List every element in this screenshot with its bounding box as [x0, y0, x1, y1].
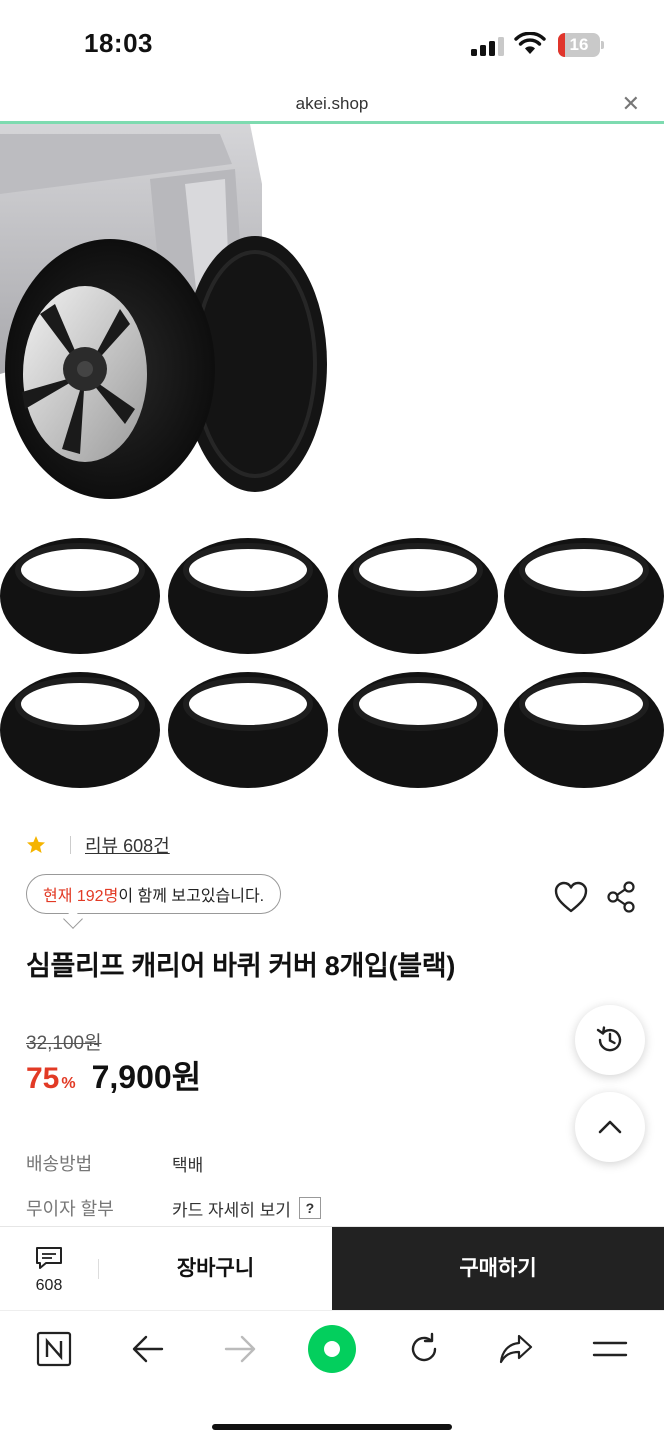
product-title: 심플리프 캐리어 바퀴 커버 8개입(블랙)	[26, 951, 456, 981]
share-arrow-icon	[499, 1334, 533, 1364]
chevron-up-icon	[598, 1120, 622, 1134]
close-icon[interactable]: ✕	[622, 93, 640, 115]
cart-button[interactable]: 장바구니	[99, 1227, 332, 1311]
signal-icon	[471, 36, 505, 56]
naver-n-icon	[36, 1331, 72, 1367]
star-icon	[27, 836, 45, 853]
product-photo[interactable]	[0, 124, 664, 800]
reload-icon	[411, 1332, 437, 1362]
share-icon[interactable]	[606, 880, 636, 914]
browser-toolbar	[0, 1310, 664, 1440]
viewers-count: 현재 192명	[43, 888, 119, 905]
green-dot-button[interactable]	[306, 1323, 358, 1375]
status-bar: 18:03 16	[0, 0, 664, 88]
green-dot-icon	[308, 1325, 356, 1373]
review-count-button[interactable]: 608	[0, 1227, 98, 1311]
divider	[70, 836, 71, 854]
installment-value[interactable]: 카드 자세히 보기	[172, 1196, 291, 1221]
chat-icon	[36, 1247, 62, 1269]
forward-button[interactable]	[220, 1329, 260, 1369]
heart-icon[interactable]	[553, 880, 589, 914]
naver-home-button[interactable]	[34, 1329, 74, 1369]
back-arrow-icon	[132, 1335, 164, 1363]
share-button[interactable]	[496, 1329, 536, 1369]
discount-rate: 75	[26, 1062, 60, 1095]
product-photo-wheel-covers	[0, 124, 664, 788]
buy-button[interactable]: 구매하기	[332, 1227, 664, 1311]
battery-level: 16	[569, 35, 589, 54]
menu-icon	[592, 1341, 628, 1357]
home-indicator	[212, 1424, 452, 1430]
recent-history-button[interactable]	[575, 1005, 645, 1075]
wifi-icon	[514, 32, 546, 54]
address-bar[interactable]: akei.shop ✕	[0, 88, 664, 124]
battery-indicator: 16	[558, 33, 604, 57]
status-time: 18:03	[84, 28, 153, 58]
shipping-label: 배송방법	[26, 1154, 93, 1174]
price-row: 75 % 7,900원	[26, 1052, 201, 1098]
url-text: akei.shop	[295, 94, 369, 113]
viewers-bubble: 현재 192명 이 함께 보고있습니다.	[26, 874, 282, 914]
review-link[interactable]: 리뷰 608건	[85, 832, 170, 858]
shipping-row: 배송방법 택배	[26, 1150, 646, 1176]
installment-row: 무이자 할부 카드 자세히 보기 ?	[26, 1195, 646, 1221]
viewers-text: 이 함께 보고있습니다.	[118, 888, 265, 905]
menu-button[interactable]	[590, 1329, 630, 1369]
forward-arrow-icon	[224, 1335, 256, 1363]
history-icon	[596, 1026, 622, 1052]
installment-label: 무이자 할부	[26, 1199, 114, 1219]
reload-button[interactable]	[404, 1329, 444, 1369]
shipping-value: 택배	[172, 1155, 204, 1175]
original-price: 32,100원	[26, 1033, 102, 1054]
purchase-bar: 608 장바구니 구매하기	[0, 1226, 664, 1311]
rating-row: 리뷰 608건	[26, 830, 170, 860]
sale-price: 7,900원	[91, 1059, 202, 1095]
installment-help-button[interactable]: ?	[298, 1197, 321, 1219]
review-count: 608	[35, 1277, 63, 1294]
back-button[interactable]	[128, 1329, 168, 1369]
discount-unit: %	[61, 1075, 76, 1092]
